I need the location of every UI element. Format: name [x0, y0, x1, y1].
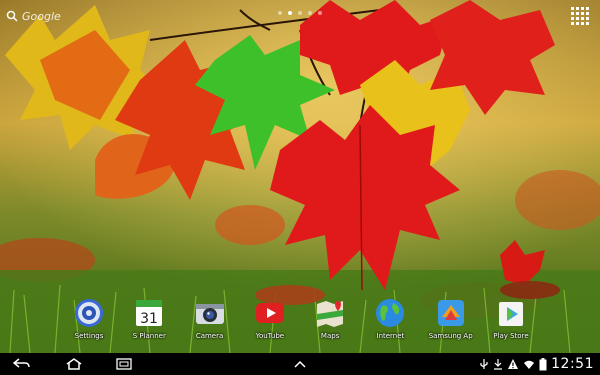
app-label: Maps: [320, 332, 340, 340]
page-dot: [308, 11, 312, 15]
navigation-bar: 12:51: [0, 353, 600, 375]
play-store-icon: [498, 302, 523, 326]
app-label: Play Store: [493, 332, 529, 340]
page-dot: [318, 11, 322, 15]
camera-icon: [195, 304, 224, 324]
home-icon: [66, 358, 82, 370]
youtube-icon: [255, 303, 284, 323]
home-button[interactable]: [64, 356, 84, 372]
chevron-up-icon: [294, 360, 306, 368]
wifi-icon: [524, 360, 535, 369]
app-settings[interactable]: Settings: [60, 296, 118, 344]
usb-icon: [480, 359, 488, 369]
globe-icon: [376, 299, 405, 327]
calendar-day: 31: [140, 311, 158, 327]
clock: 12:51: [551, 356, 594, 372]
app-play-store[interactable]: Play Store: [482, 296, 540, 344]
recent-apps-icon: [116, 358, 132, 370]
app-label: Camera: [195, 332, 224, 340]
app-camera[interactable]: Camera: [181, 296, 239, 344]
google-search-bar[interactable]: Google: [6, 6, 61, 26]
battery-icon: [539, 357, 547, 370]
settings-icon: [75, 299, 103, 327]
samsung-apps-icon: [437, 300, 464, 326]
download-icon: [494, 359, 503, 370]
app-label: Samsung Ap: [428, 332, 473, 340]
top-bar: Google: [0, 0, 600, 32]
app-s-planner[interactable]: 31 S Planner: [120, 296, 178, 344]
app-samsung-apps[interactable]: Samsung Ap: [422, 296, 480, 344]
app-internet[interactable]: Internet: [361, 296, 419, 344]
app-youtube[interactable]: YouTube: [241, 296, 299, 344]
app-maps[interactable]: Maps: [301, 296, 359, 344]
app-label: Internet: [376, 332, 405, 340]
app-label: YouTube: [255, 332, 285, 340]
page-dot: [278, 11, 282, 15]
app-label: Settings: [74, 332, 104, 340]
apps-grid-button[interactable]: [570, 6, 590, 26]
page-indicator: [0, 11, 600, 15]
dock: Settings 31 S Planner Camera YouTube Map…: [60, 296, 540, 344]
warning-icon: [508, 359, 519, 369]
back-icon: [13, 358, 30, 368]
back-button[interactable]: [12, 356, 32, 372]
calendar-icon: 31: [136, 300, 163, 327]
page-dot-active: [288, 11, 292, 15]
home-screen: Google Settings 31 S Planner Camera YouT…: [0, 0, 600, 375]
maps-icon: [317, 301, 344, 327]
expand-button[interactable]: [290, 356, 310, 372]
app-label: S Planner: [132, 332, 166, 340]
recent-apps-button[interactable]: [114, 356, 134, 372]
page-dot: [298, 11, 302, 15]
status-area[interactable]: 12:51: [479, 355, 594, 373]
